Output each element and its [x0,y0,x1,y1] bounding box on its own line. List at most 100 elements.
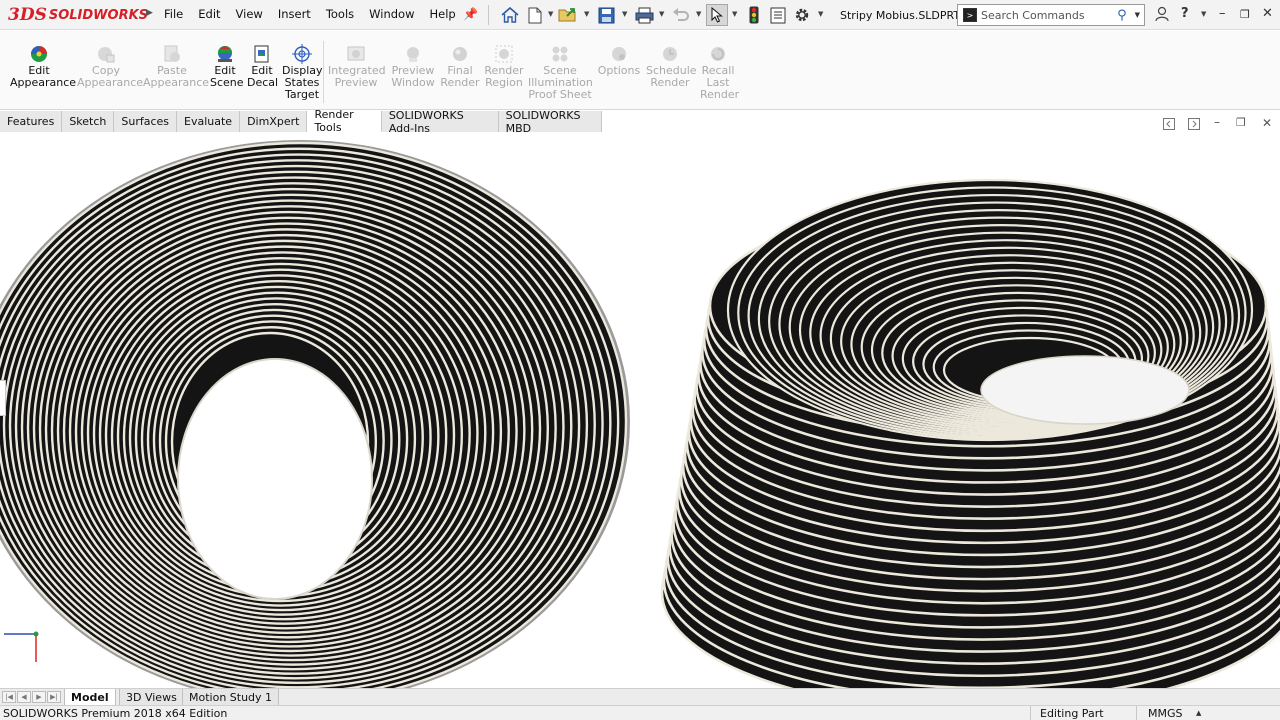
scene-icon [214,44,236,64]
schedule-render-button[interactable]: Schedule Render [646,44,697,89]
edit-appearance-button[interactable]: Edit Appearance [10,44,77,89]
collapse-left-icon[interactable] [1163,118,1175,133]
select-cursor-icon[interactable] [706,4,728,26]
bottom-tab-bar: |◀ ◀ ▶ ▶| Model 3D Views Motion Study 1 [0,688,1280,705]
status-separator [1030,706,1031,720]
decal-icon [251,44,273,64]
menu-view[interactable]: View [236,7,263,21]
help-dropdown-icon[interactable]: ▼ [1201,10,1206,18]
copy-appearance-icon [95,44,117,64]
final-render-button[interactable]: Final Render [440,44,480,89]
command-manager-tabs: Features Sketch Surfaces Evaluate DimXpe… [0,108,602,135]
document-title: Stripy Mobius.SLDPRT [840,9,961,22]
menu-edit[interactable]: Edit [198,7,220,21]
menu-insert[interactable]: Insert [278,7,311,21]
first-tab-icon[interactable]: |◀ [2,691,16,703]
viewport-restore-icon[interactable]: ❐ [1236,116,1246,129]
restore-window-icon[interactable]: ❐ [1240,8,1250,21]
logo-chevron-icon[interactable]: ▶ [146,8,153,18]
copy-appearance-button[interactable]: Copy Appearance [77,44,143,89]
viewport-close-icon[interactable]: ✕ [1262,116,1272,130]
close-window-icon[interactable]: ✕ [1262,6,1273,21]
file-properties-icon[interactable] [768,5,788,25]
tab-surfaces[interactable]: Surfaces [114,111,178,132]
preview-window-button[interactable]: Preview Window [390,44,436,89]
search-input[interactable]: Search Commands [981,9,1117,22]
new-document-icon[interactable] [525,5,545,25]
menu-file[interactable]: File [164,7,183,21]
tab-dimxpert[interactable]: DimXpert [240,111,308,132]
edit-decal-button[interactable]: Edit Decal [247,44,278,89]
home-icon[interactable] [500,5,520,25]
search-commands-box[interactable]: > Search Commands ⚲ ▼ [957,4,1145,26]
tab-evaluate[interactable]: Evaluate [177,111,241,132]
tab-motion-study-1[interactable]: Motion Study 1 [182,689,280,705]
tab-sketch[interactable]: Sketch [62,111,115,132]
axis-triad-icon [4,631,39,662]
minimize-window-icon[interactable]: – [1219,6,1226,21]
paste-appearance-button[interactable]: Paste Appearance [143,44,210,89]
final-render-icon [449,44,471,64]
illumination-icon [549,44,571,64]
print-icon[interactable] [634,5,654,25]
graphics-viewport[interactable] [0,132,1280,688]
solidworks-logo[interactable]: 3DS SOLIDWORKS [8,3,148,27]
preview-window-icon [402,44,424,64]
edit-scene-button[interactable]: Edit Scene [210,44,244,89]
integrated-preview-icon [345,44,367,64]
options-gear-icon[interactable] [792,5,812,25]
undo-dropdown-icon[interactable]: ▼ [696,10,701,18]
feature-tree-flyout-handle[interactable] [0,380,6,416]
editing-mode-label: Editing Part [1040,707,1104,720]
user-account-icon[interactable] [1155,6,1169,26]
options-button[interactable]: Options [597,44,641,77]
select-dropdown-icon[interactable]: ▼ [732,10,737,18]
tab-3d-views[interactable]: 3D Views [119,689,184,705]
render-region-button[interactable]: Render Region [484,44,524,89]
prev-tab-icon[interactable]: ◀ [17,691,31,703]
separator [488,5,489,25]
print-dropdown-icon[interactable]: ▼ [659,10,664,18]
save-dropdown-icon[interactable]: ▼ [622,10,627,18]
undo-icon[interactable] [671,5,691,25]
menu-tools[interactable]: Tools [326,7,354,21]
tab-model[interactable]: Model [64,689,116,705]
units-dropdown-icon[interactable]: ▲ [1196,709,1201,717]
command-manager-ribbon: Edit Appearance Copy Appearance Paste Ap… [0,31,1280,110]
save-icon[interactable] [596,5,616,25]
tab-features[interactable]: Features [0,111,63,132]
status-separator [1136,706,1137,720]
menu-help[interactable]: Help [430,7,456,21]
target-icon [291,44,313,64]
button-label: Scene [210,76,244,89]
tab-solidworks-mbd[interactable]: SOLIDWORKS MBD [498,109,602,135]
new-dropdown-icon[interactable]: ▼ [548,10,553,18]
schedule-render-icon [659,44,681,64]
options-icon [608,44,630,64]
options-dropdown-icon[interactable]: ▼ [818,10,823,18]
search-dropdown-icon[interactable]: ▼ [1135,11,1140,19]
rebuild-traffic-light-icon[interactable] [744,5,764,25]
menu-window[interactable]: Window [369,7,414,21]
integrated-preview-button[interactable]: Integrated Preview [328,44,386,89]
open-folder-icon[interactable] [558,5,578,25]
next-tab-icon[interactable]: ▶ [32,691,46,703]
button-label: Appearance [10,76,77,89]
recall-last-render-button[interactable]: Recall Last Render [700,44,740,101]
tab-render-tools[interactable]: Render Tools [307,108,382,134]
collapse-right-icon[interactable] [1188,118,1200,133]
viewport-minimize-icon[interactable]: – [1214,115,1220,129]
pin-menu-icon[interactable]: 📌 [463,7,478,21]
button-label: Render [700,88,740,101]
scene-illumination-proof-sheet-button[interactable]: Scene Illumination Proof Sheet [528,44,593,101]
open-dropdown-icon[interactable]: ▼ [584,10,589,18]
tab-solidworks-add-ins[interactable]: SOLIDWORKS Add-Ins [381,109,499,135]
last-tab-icon[interactable]: ▶| [47,691,61,703]
search-icon[interactable]: ⚲ [1117,8,1127,23]
display-states-target-button[interactable]: Display States Target [282,44,323,101]
help-icon[interactable]: ? [1181,6,1189,21]
button-label: Appearance [143,76,210,89]
unit-system-selector[interactable]: MMGS [1148,707,1183,720]
mobius-hole [177,358,373,600]
button-label: Region [485,76,523,89]
